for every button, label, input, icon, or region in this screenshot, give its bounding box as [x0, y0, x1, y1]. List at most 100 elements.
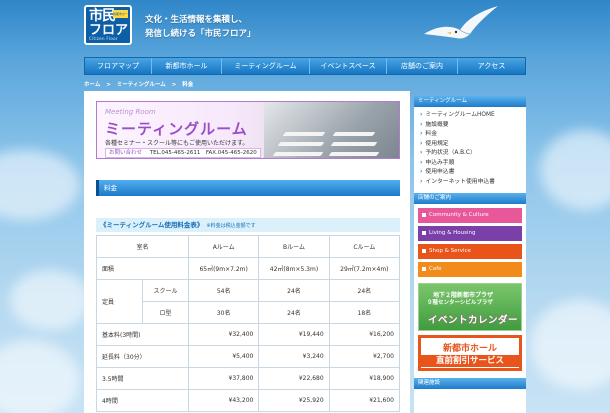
- cloud: [0, 150, 80, 220]
- cloud: [540, 130, 610, 210]
- table-cell: ¥5,400: [187, 345, 260, 368]
- nav-hall[interactable]: 新都市ホール: [152, 58, 222, 74]
- table-header: Cルーム: [328, 235, 401, 258]
- table-cell: ¥18,900: [328, 367, 401, 390]
- sidebar-link-home[interactable]: ミーティングルームHOME: [420, 111, 526, 121]
- page-title: ミーティングルーム: [105, 120, 248, 138]
- row-label: 3.5時間: [96, 367, 189, 390]
- sidebar-link-procedure[interactable]: 申込み手順: [420, 159, 526, 169]
- sidebar-links: ミーティングルームHOME 施設概要 料金 使用規定 予約状況（A.B.C） 申…: [414, 107, 526, 191]
- table-row: ロ型 30名 24名 18名: [97, 301, 401, 324]
- nav-floor-map[interactable]: フロアマップ: [85, 58, 152, 74]
- table-cell: 54名: [187, 279, 260, 302]
- sidebar-link-fees[interactable]: 料金: [420, 130, 526, 140]
- promo-title: 新都市ホール: [442, 344, 497, 354]
- table-cell: ¥2,700: [328, 345, 401, 368]
- logo-english: Citizen Floor: [89, 36, 118, 41]
- category-label: Shop & Service: [429, 248, 471, 254]
- table-cell: ¥21,600: [328, 389, 401, 412]
- page-banner: Meeting Room ミーティングルーム 各種セミナー・スクール等にもご使用…: [96, 101, 400, 159]
- category-label: Living & Housing: [429, 230, 476, 236]
- table-cell: ¥37,800: [187, 367, 260, 390]
- sidebar: ミーティングルーム ミーティングルームHOME 施設概要 料金 使用規定 予約状…: [414, 96, 526, 413]
- site-logo[interactable]: 市民 フロア 新都市ホール Citizen Floor: [84, 5, 132, 45]
- event-calendar-banner[interactable]: 地下２階新都市プラザ ９階センターシビルプラザ イベントカレンダー: [418, 283, 522, 331]
- promo-text: 直前割引サービス: [421, 355, 519, 367]
- table-cell: 18名: [328, 301, 401, 324]
- table-cell: ¥22,680: [258, 367, 330, 390]
- cloud: [0, 340, 80, 413]
- table-cell: ¥25,920: [258, 389, 330, 412]
- row-label: 定員: [96, 279, 143, 324]
- table-row: 面積 65㎡(9m×7.2m) 42㎡(8m×5.3m) 29㎡(7.2m×4m…: [96, 257, 401, 280]
- table-header: Bルーム: [258, 235, 330, 258]
- table-cell: 24名: [328, 279, 401, 302]
- sidebar-heading-shops: 店舗のご案内: [414, 193, 526, 204]
- category-community-culture[interactable]: Community & Culture: [418, 208, 522, 223]
- table-row: 定員 スクール 54名 24名 24名: [96, 279, 401, 324]
- seagull-icon: [424, 6, 498, 39]
- table-cell: 42㎡(8m×5.3m): [258, 257, 330, 280]
- global-nav: フロアマップ 新都市ホール ミーティングルーム イベントスペース 店舗のご案内 …: [84, 57, 526, 75]
- category-label: Community & Culture: [429, 212, 489, 218]
- nav-shops[interactable]: 店舗のご案内: [387, 58, 458, 74]
- cloud: [530, 300, 610, 390]
- table-header: 室名: [96, 235, 189, 258]
- category-shop-service[interactable]: Shop & Service: [418, 244, 522, 259]
- banner-contact: お問い合わせ TEL.045-465-2611 FAX.045-465-2620: [105, 148, 261, 158]
- sidebar-link-rules[interactable]: 使用規定: [420, 140, 526, 150]
- banner-subtitle: Meeting Room: [105, 108, 156, 116]
- site-header: 市民 フロア 新都市ホール Citizen Floor 文化・生活情報を集積し、…: [0, 0, 610, 56]
- meeting-room-photo: [264, 102, 399, 158]
- breadcrumb-current: 料金: [182, 82, 194, 88]
- category-cafe[interactable]: Cafe: [418, 262, 522, 277]
- section-heading: 料金: [96, 180, 400, 196]
- row-label: 面積: [96, 257, 189, 280]
- table-cell: ¥16,200: [328, 323, 401, 346]
- contact-numbers: TEL.045-465-2611 FAX.045-465-2620: [149, 150, 257, 156]
- category-label: Cafe: [429, 266, 442, 272]
- breadcrumb: ホーム > ミーティングルーム > 料金: [84, 80, 197, 88]
- fee-table-title-text: 《ミーティングルーム使用料金表》: [100, 221, 204, 229]
- table-cell: 24名: [258, 301, 330, 324]
- category-living-housing[interactable]: Living & Housing: [418, 226, 522, 241]
- hall-discount-banner[interactable]: 新都市ホール 直前割引サービス: [418, 335, 522, 371]
- main-content: Meeting Room ミーティングルーム 各種セミナー・スクール等にもご使用…: [84, 91, 410, 413]
- table-cell: 29㎡(7.2m×4m): [328, 257, 401, 280]
- breadcrumb-meeting-room[interactable]: ミーティングルーム: [117, 82, 166, 88]
- table-row: 延長料（30分） ¥5,400 ¥3,240 ¥2,700: [96, 345, 401, 368]
- breadcrumb-sep: >: [171, 82, 177, 88]
- tax-note: ※料金は税込金額です: [206, 223, 256, 229]
- row-sublabel: ロ型: [142, 301, 189, 324]
- fee-table: 室名 Aルーム Bルーム Cルーム 面積 65㎡(9m×7.2m) 42㎡(8m…: [96, 235, 401, 412]
- breadcrumb-home[interactable]: ホーム: [84, 82, 100, 88]
- table-cell: ¥32,400: [187, 323, 260, 346]
- sidebar-link-application-form[interactable]: 使用申込書: [420, 168, 526, 178]
- fee-table-title: 《ミーティングルーム使用料金表》 ※料金は税込金額です: [96, 218, 400, 232]
- table-cell: 65㎡(9m×7.2m): [187, 257, 260, 280]
- table-cell: ¥43,200: [187, 389, 260, 412]
- sidebar-link-online-application[interactable]: インターネット使用申込書: [420, 178, 526, 188]
- tagline-line: 発信し続ける「市民フロア」: [145, 29, 256, 39]
- sidebar-link-reservations[interactable]: 予約状況（A.B.C）: [420, 149, 526, 159]
- sidebar-link-overview[interactable]: 施設概要: [420, 121, 526, 131]
- promo-title: イベントカレンダー: [428, 315, 519, 326]
- promo-text: ９階センターシビルプラザ: [427, 300, 493, 306]
- logo-badge: 新都市ホール: [113, 10, 129, 24]
- table-cell: ¥3,240: [258, 345, 330, 368]
- row-label: 4時間: [96, 389, 189, 412]
- sidebar-heading-related: 関連施設: [414, 378, 526, 389]
- row-label: 基本料(3時間): [96, 323, 189, 346]
- table-row: 基本料(3時間) ¥32,400 ¥19,440 ¥16,200: [96, 323, 401, 346]
- row-sublabel: スクール: [142, 279, 189, 302]
- contact-label: お問い合わせ: [109, 150, 143, 156]
- banner-description: 各種セミナー・スクール等にもご使用いただけます。: [105, 140, 249, 147]
- table-header: Aルーム: [187, 235, 260, 258]
- nav-meeting-room[interactable]: ミーティングルーム: [222, 58, 310, 74]
- nav-access[interactable]: アクセス: [458, 58, 525, 74]
- breadcrumb-sep: >: [106, 82, 111, 88]
- table-cell: ¥19,440: [258, 323, 330, 346]
- nav-event-space[interactable]: イベントスペース: [310, 58, 387, 74]
- sidebar-heading: ミーティングルーム: [414, 96, 526, 107]
- table-row: 3.5時間 ¥37,800 ¥22,680 ¥18,900: [96, 367, 401, 390]
